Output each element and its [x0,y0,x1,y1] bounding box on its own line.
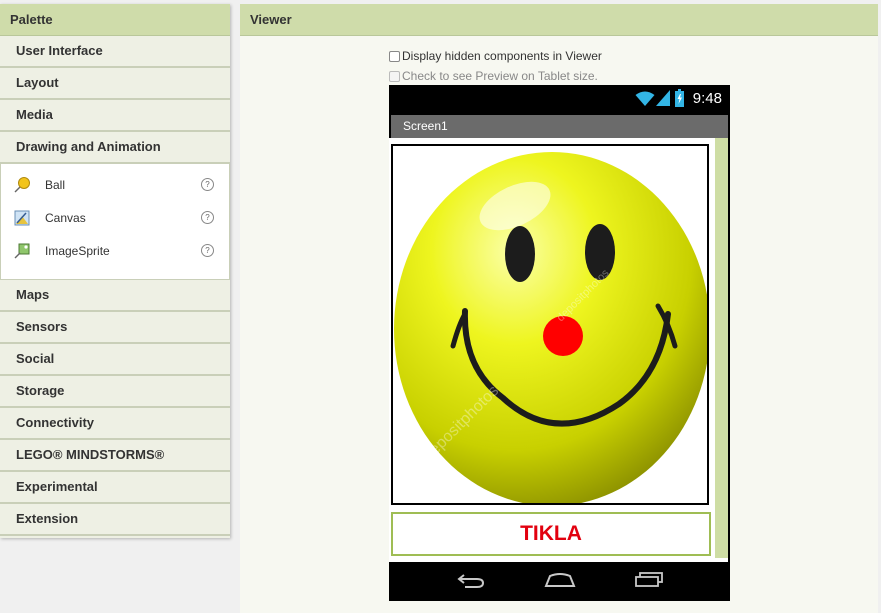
imagesprite-icon [13,242,31,260]
category-lego-mindstorms[interactable]: LEGO® MINDSTORMS® [0,440,230,472]
wifi-icon [635,91,655,106]
smiley-ball-image: depositphotos depositphotos [394,152,707,503]
help-icon[interactable]: ? [201,178,214,191]
checkbox-label: Check to see Preview on Tablet size. [402,69,598,83]
drawing-components-drawer: Ball ? Canvas ? ImageSprite ? [0,164,230,280]
home-icon[interactable] [544,572,576,588]
scrollbar[interactable] [715,138,728,558]
category-connectivity[interactable]: Connectivity [0,408,230,440]
tikla-button[interactable]: TIKLA [391,512,711,556]
ball-icon [13,176,31,194]
signal-icon [656,90,670,106]
status-bar: 9:48 [389,85,730,113]
tablet-preview-checkbox[interactable]: Check to see Preview on Tablet size. [389,69,598,83]
screen-title-bar: Screen1 [391,115,728,138]
category-maps[interactable]: Maps [0,280,230,312]
canvas-component[interactable]: depositphotos depositphotos [391,144,709,505]
component-canvas[interactable]: Canvas ? [1,201,229,234]
nav-bar [389,562,730,601]
checkbox-box[interactable] [389,50,400,62]
battery-icon [675,89,684,107]
recent-apps-icon[interactable] [634,571,664,588]
category-experimental[interactable]: Experimental [0,472,230,504]
back-icon[interactable] [457,572,485,588]
canvas-icon [13,209,31,227]
category-social[interactable]: Social [0,344,230,376]
checkbox-label: Display hidden components in Viewer [402,49,602,63]
component-imagesprite[interactable]: ImageSprite ? [1,234,229,267]
category-drawing-and-animation[interactable]: Drawing and Animation [0,132,230,164]
checkbox-box[interactable] [389,70,400,82]
component-label: Canvas [45,210,86,225]
help-icon[interactable]: ? [201,244,214,257]
category-media[interactable]: Media [0,100,230,132]
category-extension[interactable]: Extension [0,504,230,536]
category-storage[interactable]: Storage [0,376,230,408]
palette-header: Palette [0,4,230,36]
palette-panel: Palette User Interface Layout Media Draw… [0,4,230,538]
category-sensors[interactable]: Sensors [0,312,230,344]
phone-preview: 9:48 Screen1 depositphotos depositphotos… [389,85,730,601]
help-icon[interactable]: ? [201,211,214,224]
viewer-header: Viewer [240,4,878,36]
display-hidden-checkbox[interactable]: Display hidden components in Viewer [389,49,602,63]
component-ball[interactable]: Ball ? [1,168,229,201]
category-user-interface[interactable]: User Interface [0,36,230,68]
category-layout[interactable]: Layout [0,68,230,100]
screen-title: Screen1 [403,119,448,133]
component-label: Ball [45,177,66,192]
component-label: ImageSprite [45,243,110,258]
screen-area: depositphotos depositphotos TIKLA [389,138,728,562]
clock: 9:48 [692,90,722,107]
